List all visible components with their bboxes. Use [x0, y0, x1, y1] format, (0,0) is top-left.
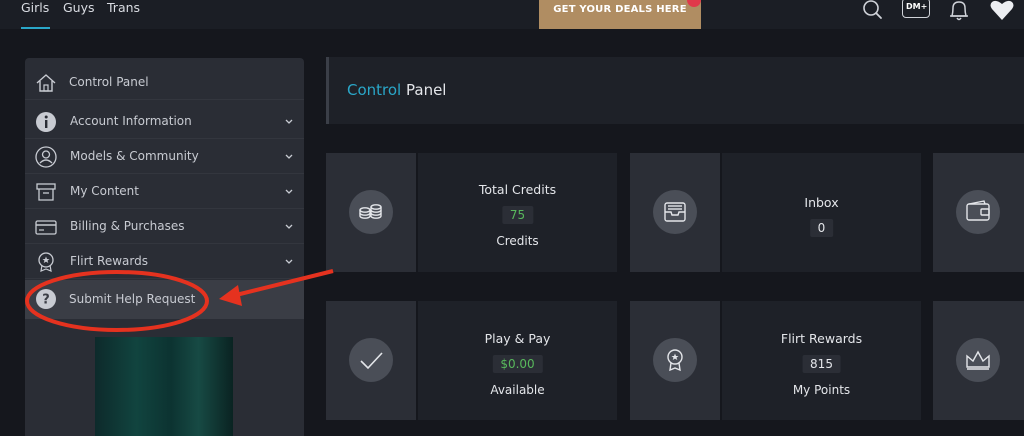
tile-title: Inbox — [804, 195, 839, 210]
coins-icon — [359, 204, 382, 219]
bell-icon[interactable] — [947, 0, 971, 22]
tile-value: 0 — [809, 219, 834, 237]
dm-plus-icon[interactable]: DM+ — [902, 0, 930, 18]
svg-text:?: ? — [42, 293, 50, 308]
sidebar-item-label: Models & Community — [70, 149, 199, 163]
sidebar-item-label: Billing & Purchases — [70, 219, 185, 233]
sidebar-item-models-community[interactable]: Models & Community — [25, 139, 304, 174]
badge-icon — [38, 252, 54, 272]
wallet-icon — [966, 200, 990, 221]
page-title-rest: Panel — [401, 81, 447, 99]
tile-title: Play & Pay — [484, 331, 551, 346]
sidebar-item-label: Account Information — [70, 114, 192, 128]
chevron-down-icon — [285, 189, 293, 194]
chevron-down-icon — [285, 259, 293, 264]
tile-title: Flirt Rewards — [780, 331, 863, 346]
sidebar-item-label: Flirt Rewards — [70, 254, 148, 268]
sidebar-item-label: Control Panel — [69, 75, 149, 89]
tile-body: Play & Pay $0.00 Available — [418, 301, 617, 420]
home-icon — [36, 74, 56, 92]
check-icon — [360, 352, 383, 370]
tile-subtitle: Available — [490, 383, 545, 397]
tile-body: Flirt Rewards 815 My Points — [722, 301, 921, 420]
sidebar-item-label: My Content — [70, 184, 139, 198]
dm-badge-label: DM+ — [906, 2, 928, 11]
inbox-icon — [664, 202, 686, 222]
tab-trans[interactable]: Trans — [107, 0, 140, 29]
deals-banner-button[interactable]: GET YOUR DEALS HERE — [539, 0, 701, 29]
heart-icon[interactable] — [989, 0, 1015, 22]
promo-thumbnail[interactable] — [95, 337, 233, 436]
tile-subtitle: My Points — [792, 383, 851, 397]
tile-body: Total Credits 75 Credits — [418, 153, 617, 272]
crown-icon — [966, 350, 990, 370]
control-panel-header: Control Panel — [326, 57, 1024, 124]
tile-subtitle: Credits — [496, 234, 539, 248]
sidebar-item-submit-help-request[interactable]: ? Submit Help Request — [25, 280, 304, 319]
search-icon[interactable] — [862, 0, 884, 22]
tile-body: Inbox 0 — [722, 153, 921, 272]
tile-icon-panel — [933, 153, 1024, 272]
sidebar-item-control-panel[interactable]: Control Panel — [25, 65, 304, 100]
tile-value: $0.00 — [492, 355, 543, 373]
chevron-down-icon — [285, 119, 293, 124]
sidebar-item-my-content[interactable]: My Content — [25, 174, 304, 209]
credit-card-icon — [35, 220, 57, 235]
tile-value: 815 — [802, 355, 841, 373]
tile-icon-panel — [326, 301, 416, 420]
sidebar-item-billing-purchases[interactable]: Billing & Purchases — [25, 209, 304, 244]
page-title: Control Panel — [347, 81, 446, 99]
chevron-down-icon — [285, 224, 293, 229]
sidebar: Control Panel Account Information Models… — [25, 58, 304, 436]
medal-icon — [667, 349, 683, 372]
tile-value: 75 — [501, 206, 534, 224]
sidebar-item-flirt-rewards[interactable]: Flirt Rewards — [25, 244, 304, 279]
tile-icon-panel — [933, 301, 1024, 420]
sidebar-item-account-information[interactable]: Account Information — [25, 104, 304, 139]
tile-icon-panel — [326, 153, 416, 272]
top-nav-bar: Girls Guys Trans GET YOUR DEALS HERE DM+ — [0, 0, 1024, 29]
archive-icon — [36, 183, 56, 201]
sidebar-item-label: Submit Help Request — [69, 292, 196, 306]
help-icon: ? — [36, 289, 56, 309]
tab-girls[interactable]: Girls — [21, 0, 50, 29]
page-title-accent: Control — [347, 81, 402, 99]
tile-icon-panel — [630, 153, 720, 272]
tile-title: Total Credits — [478, 182, 557, 197]
tile-icon-panel — [630, 301, 720, 420]
user-icon — [35, 146, 57, 168]
chevron-down-icon — [285, 154, 293, 159]
tab-guys[interactable]: Guys — [63, 0, 95, 29]
info-icon — [36, 112, 56, 132]
